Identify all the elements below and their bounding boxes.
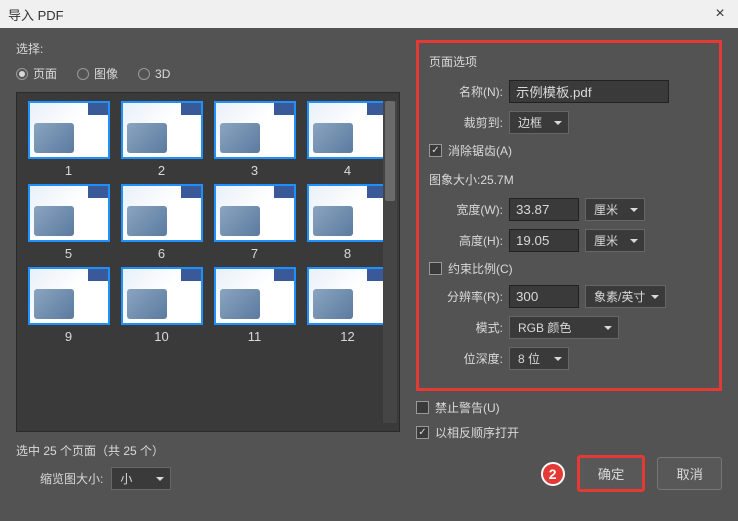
resolution-input[interactable] <box>509 285 579 308</box>
left-panel: 选择: 页面 图像 3D 123456789101112 选中 25 个页面（共… <box>0 28 400 521</box>
mode-label: 模式: <box>429 319 503 336</box>
thumb-size-dropdown[interactable]: 小 <box>111 467 171 490</box>
thumbnail-item[interactable]: 5 <box>25 184 112 261</box>
radio-group: 页面 图像 3D <box>16 65 400 82</box>
thumbnail <box>307 184 389 242</box>
radio-page[interactable]: 页面 <box>16 65 57 82</box>
height-label: 高度(H): <box>429 232 503 249</box>
reverse-checkbox[interactable] <box>416 426 429 439</box>
thumbnail <box>214 184 296 242</box>
thumbnail-number: 6 <box>158 246 165 261</box>
thumbnail-item[interactable]: 3 <box>211 101 298 178</box>
right-panel: 1 页面选项 名称(N): 裁剪到: 边框 消除锯齿(A) 图象大小:25.7M <box>400 28 738 521</box>
radio-icon <box>16 68 28 80</box>
height-unit-dropdown[interactable]: 厘米 <box>585 229 645 252</box>
selection-count: 选中 25 个页面（共 25 个） <box>16 442 400 459</box>
thumbnail-item[interactable]: 6 <box>118 184 205 261</box>
constrain-checkbox[interactable] <box>429 262 442 275</box>
page-options-box: 页面选项 名称(N): 裁剪到: 边框 消除锯齿(A) 图象大小:25.7M 宽… <box>416 40 722 391</box>
image-size-title: 图象大小:25.7M <box>429 171 709 188</box>
thumbnail-item[interactable]: 11 <box>211 267 298 344</box>
resolution-unit-dropdown[interactable]: 象素/英寸 <box>585 285 666 308</box>
thumbnail-number: 5 <box>65 246 72 261</box>
thumbnail-item[interactable]: 12 <box>304 267 391 344</box>
thumbnail-number: 12 <box>340 329 354 344</box>
thumbnail-container: 123456789101112 <box>16 92 400 432</box>
thumbnail-number: 11 <box>248 329 262 344</box>
thumbnail-item[interactable]: 2 <box>118 101 205 178</box>
radio-3d[interactable]: 3D <box>138 65 170 82</box>
select-label: 选择: <box>16 40 400 57</box>
resolution-unit: 象素/英寸 <box>594 290 645 304</box>
resolution-label: 分辨率(R): <box>429 288 503 305</box>
thumbnail <box>214 101 296 159</box>
crop-value: 边框 <box>518 116 542 130</box>
annotation-badge-2: 2 <box>541 462 565 486</box>
thumbnail <box>28 267 110 325</box>
thumbnail <box>121 184 203 242</box>
radio-image[interactable]: 图像 <box>77 65 118 82</box>
thumbnail <box>214 267 296 325</box>
titlebar: 导入 PDF × <box>0 0 738 28</box>
mode-value: RGB 颜色 <box>518 321 571 335</box>
crop-dropdown[interactable]: 边框 <box>509 111 569 134</box>
thumbnail-item[interactable]: 7 <box>211 184 298 261</box>
thumbnail-number: 7 <box>251 246 258 261</box>
name-input[interactable] <box>509 80 669 103</box>
width-unit-dropdown[interactable]: 厘米 <box>585 198 645 221</box>
thumbnail <box>307 267 389 325</box>
radio-3d-label: 3D <box>155 67 170 81</box>
thumbnail <box>121 267 203 325</box>
bitdepth-dropdown[interactable]: 8 位 <box>509 347 569 370</box>
cancel-button[interactable]: 取消 <box>657 457 722 490</box>
thumbnail <box>307 101 389 159</box>
radio-icon <box>138 68 150 80</box>
scrollbar-thumb[interactable] <box>385 101 395 201</box>
thumbnail-number: 1 <box>65 163 72 178</box>
thumbnail-item[interactable]: 8 <box>304 184 391 261</box>
bitdepth-label: 位深度: <box>429 350 503 367</box>
page-options-title: 页面选项 <box>429 53 709 70</box>
reverse-label: 以相反顺序打开 <box>435 424 519 441</box>
thumbnail-number: 8 <box>344 246 351 261</box>
window-title: 导入 PDF <box>8 5 710 24</box>
thumbnail-number: 4 <box>344 163 351 178</box>
radio-image-label: 图像 <box>94 65 118 82</box>
thumbnail-item[interactable]: 9 <box>25 267 112 344</box>
radio-icon <box>77 68 89 80</box>
thumbnail-item[interactable]: 10 <box>118 267 205 344</box>
height-input[interactable] <box>509 229 579 252</box>
antialias-checkbox[interactable] <box>429 144 442 157</box>
width-unit: 厘米 <box>594 203 618 217</box>
thumbnail <box>28 184 110 242</box>
bitdepth-value: 8 位 <box>518 352 540 366</box>
thumbnail-item[interactable]: 4 <box>304 101 391 178</box>
ok-button[interactable]: 确定 <box>577 455 646 492</box>
thumbnail-number: 9 <box>65 329 72 344</box>
height-unit: 厘米 <box>594 234 618 248</box>
constrain-label: 约束比例(C) <box>448 260 513 277</box>
crop-label: 裁剪到: <box>429 114 503 131</box>
thumbnail-number: 2 <box>158 163 165 178</box>
width-label: 宽度(W): <box>429 201 503 218</box>
scrollbar[interactable] <box>383 101 397 423</box>
thumbnail-number: 10 <box>154 329 168 344</box>
name-label: 名称(N): <box>429 83 503 100</box>
thumb-size-label: 缩览图大小: <box>40 470 103 487</box>
suppress-checkbox[interactable] <box>416 401 429 414</box>
radio-page-label: 页面 <box>33 65 57 82</box>
close-icon[interactable]: × <box>710 4 730 24</box>
mode-dropdown[interactable]: RGB 颜色 <box>509 316 619 339</box>
thumbnail <box>121 101 203 159</box>
antialias-label: 消除锯齿(A) <box>448 142 512 159</box>
thumbnail-item[interactable]: 1 <box>25 101 112 178</box>
thumbnail <box>28 101 110 159</box>
width-input[interactable] <box>509 198 579 221</box>
thumbnail-number: 3 <box>251 163 258 178</box>
suppress-label: 禁止警告(U) <box>435 399 500 416</box>
thumb-size-value: 小 <box>120 472 132 486</box>
